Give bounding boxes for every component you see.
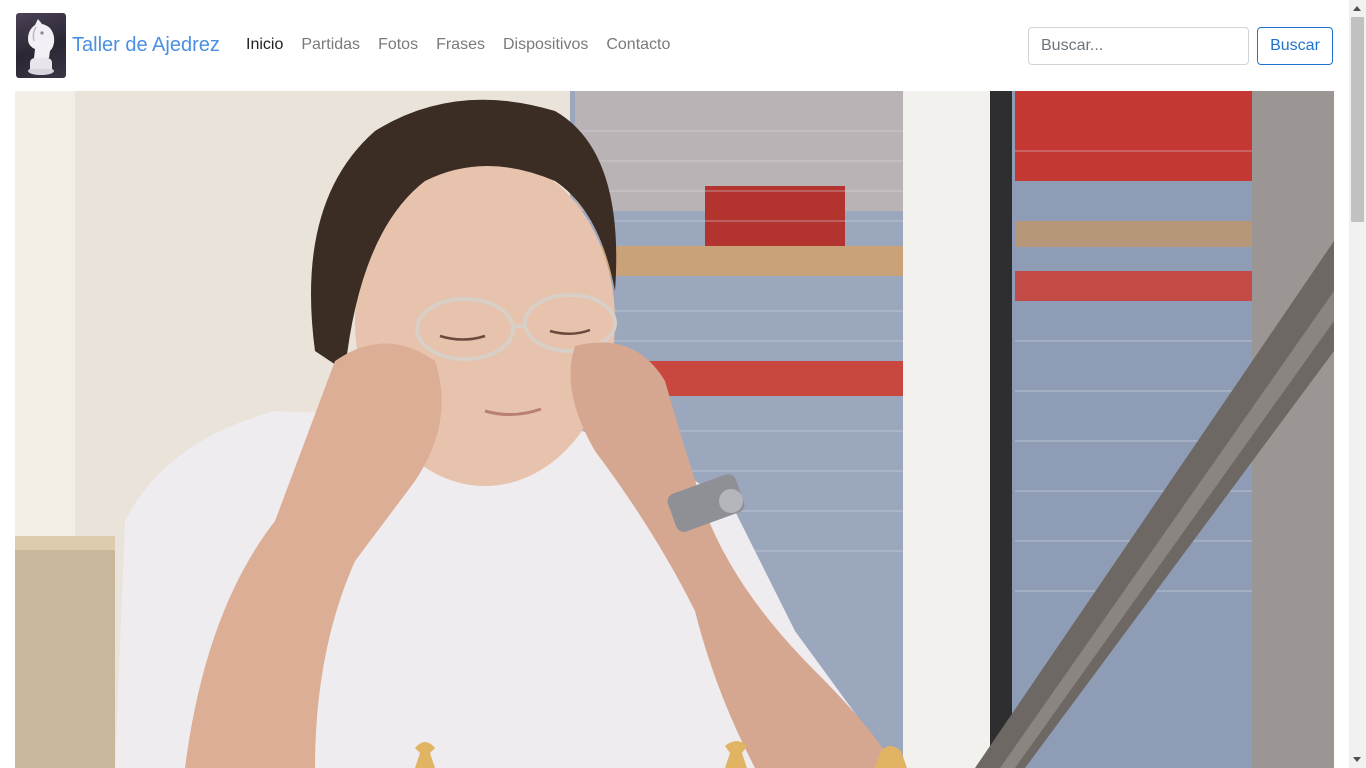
search-button[interactable]: Buscar xyxy=(1257,27,1333,65)
nav-links: Inicio Partidas Fotos Frases Dispositivo… xyxy=(237,35,679,55)
nav-link-fotos[interactable]: Fotos xyxy=(369,35,427,55)
brand-name[interactable]: Taller de Ajedrez xyxy=(72,33,220,57)
hero-photo xyxy=(15,91,1334,768)
scroll-down-arrow-icon[interactable] xyxy=(1353,757,1361,762)
scroll-thumb[interactable] xyxy=(1351,17,1364,222)
vertical-scrollbar[interactable] xyxy=(1349,0,1366,768)
page: Taller de Ajedrez Inicio Partidas Fotos … xyxy=(0,0,1366,768)
chess-knight-icon[interactable] xyxy=(16,13,66,78)
nav-link-inicio[interactable]: Inicio xyxy=(237,35,292,55)
nav-link-frases[interactable]: Frases xyxy=(427,35,494,55)
scroll-up-arrow-icon[interactable] xyxy=(1353,6,1361,11)
nav-link-contacto[interactable]: Contacto xyxy=(597,35,679,55)
navbar: Taller de Ajedrez Inicio Partidas Fotos … xyxy=(0,0,1349,91)
nav-link-dispositivos[interactable]: Dispositivos xyxy=(494,35,597,55)
nav-link-partidas[interactable]: Partidas xyxy=(292,35,369,55)
search-input[interactable] xyxy=(1028,27,1249,65)
